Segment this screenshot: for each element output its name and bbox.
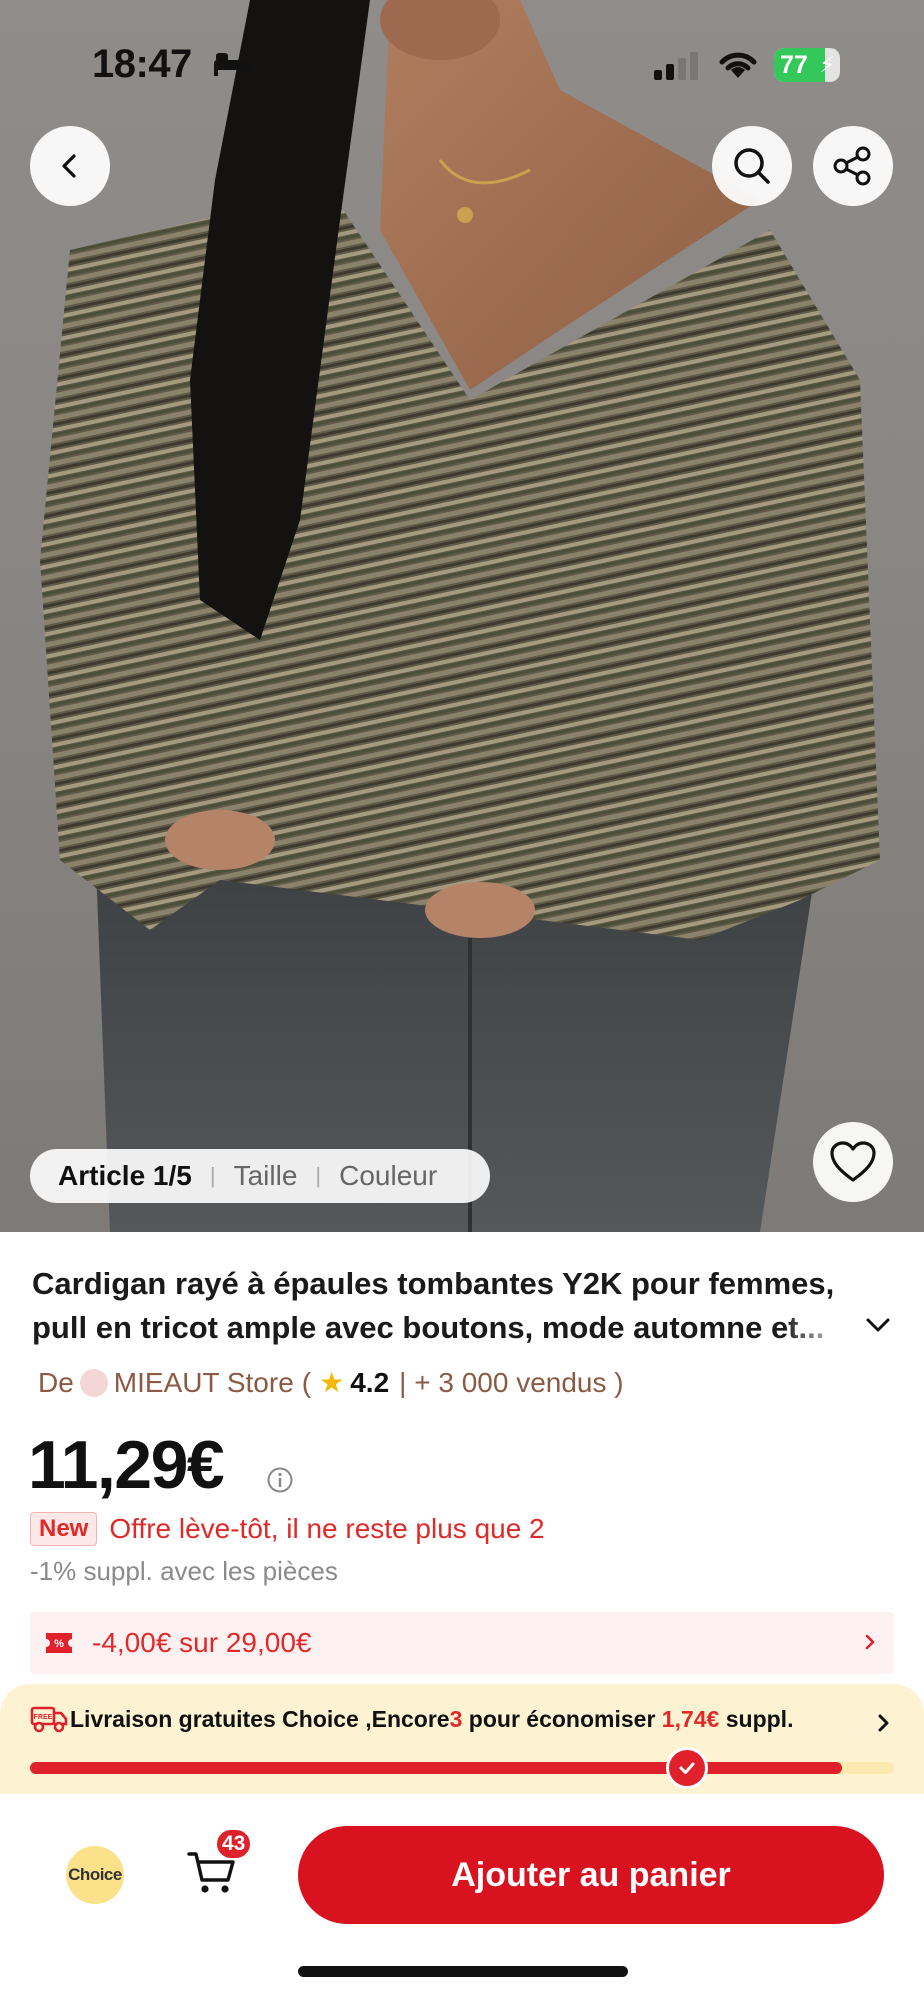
bottom-action-bar: Choice 43 Ajouter au panier <box>0 1794 924 2000</box>
store-info[interactable]: De MIEAUT Store ( ★ 4.2 | + 3 000 vendus… <box>38 1366 624 1399</box>
shipping-progress <box>30 1747 894 1789</box>
svg-text:FREE: FREE <box>34 1714 53 1721</box>
product-title[interactable]: Cardigan rayé à épaules tombantes Y2K po… <box>32 1262 892 1350</box>
free-shipping-truck-icon: FREE <box>30 1706 68 1733</box>
share-icon <box>833 146 871 186</box>
cart-count-badge: 43 <box>215 1828 253 1860</box>
early-bird-offer: New Offre lève-tôt, il ne reste plus que… <box>30 1512 545 1546</box>
svg-text:%: % <box>54 1638 64 1650</box>
shipping-part-3: suppl. <box>719 1705 794 1732</box>
store-prefix: De <box>38 1366 74 1398</box>
free-shipping-text: FREE Livraison gratuites Choice ,Encore … <box>30 1704 793 1734</box>
share-button[interactable] <box>813 126 893 206</box>
signal-icon <box>654 52 698 80</box>
back-button[interactable] <box>30 126 110 206</box>
chevron-right-icon <box>878 1714 889 1732</box>
store-open-paren: ( <box>301 1366 312 1398</box>
gallery-tab-separator: | <box>209 1163 216 1188</box>
free-shipping-banner[interactable]: FREE Livraison gratuites Choice ,Encore … <box>0 1684 924 1794</box>
gallery-tab-separator: | <box>315 1163 322 1188</box>
heart-icon <box>830 1141 876 1182</box>
store-rating: 4.2 <box>350 1366 390 1398</box>
gallery-tab-article[interactable]: Article 1/5 <box>58 1160 192 1192</box>
gallery-tab-color[interactable]: Couleur <box>339 1160 437 1192</box>
coupon-text: -4,00€ sur 29,00€ <box>92 1627 312 1658</box>
status-bar: 18:47 77 ⚡ <box>0 40 924 90</box>
early-bird-text: Offre lève-tôt, il ne reste plus que 2 <box>109 1513 545 1544</box>
gallery-tab-size[interactable]: Taille <box>234 1160 298 1192</box>
info-icon[interactable] <box>266 1466 294 1494</box>
battery-indicator: 77 ⚡ <box>774 48 840 82</box>
home-indicator <box>298 1966 628 1977</box>
coupon-icon: % <box>46 1633 72 1653</box>
bed-icon <box>214 53 250 76</box>
shipping-part-1: Livraison gratuites Choice ,Encore <box>70 1705 450 1732</box>
shipping-count: 3 <box>449 1705 463 1732</box>
wifi-icon <box>719 52 757 78</box>
shipping-part-2: pour économiser <box>462 1705 662 1732</box>
battery-percent: 77 <box>780 51 808 79</box>
store-logo-icon <box>79 1368 108 1397</box>
gallery-tabs[interactable]: Article 1/5 | Taille | Couleur <box>30 1149 490 1203</box>
product-image-gallery[interactable]: 18:47 77 ⚡ Article 1/5 | Taille | Couleu… <box>0 0 924 1232</box>
product-price: 11,29€ <box>28 1427 225 1503</box>
new-badge: New <box>30 1512 98 1546</box>
favorite-button[interactable] <box>813 1122 893 1202</box>
store-name[interactable]: MIEAUT Store <box>114 1367 294 1399</box>
star-icon: ★ <box>319 1367 345 1398</box>
coupon-row[interactable]: % -4,00€ sur 29,00€ <box>30 1612 894 1674</box>
add-to-cart-button[interactable]: Ajouter au panier <box>298 1826 884 1924</box>
search-icon <box>734 148 770 184</box>
coins-discount: -1% suppl. avec les pièces <box>30 1556 338 1586</box>
shipping-amount: 1,74€ <box>661 1705 720 1732</box>
chevron-right-icon <box>865 1634 875 1650</box>
product-title-line-2: pull en tricot ample avec boutons, mode … <box>32 1310 825 1345</box>
shipping-progress-fill <box>30 1762 843 1774</box>
store-sold-count: | + 3 000 vendus ) <box>399 1366 624 1398</box>
choice-button[interactable]: Choice <box>66 1846 124 1904</box>
product-title-line-1: Cardigan rayé à épaules tombantes Y2K po… <box>32 1266 835 1301</box>
search-button[interactable] <box>712 126 792 206</box>
status-time: 18:47 <box>92 42 192 86</box>
charging-icon: ⚡ <box>819 52 835 77</box>
chevron-left-icon <box>62 154 76 178</box>
shipping-milestone-check-icon <box>665 1747 708 1789</box>
chevron-down-icon[interactable] <box>864 1314 892 1336</box>
